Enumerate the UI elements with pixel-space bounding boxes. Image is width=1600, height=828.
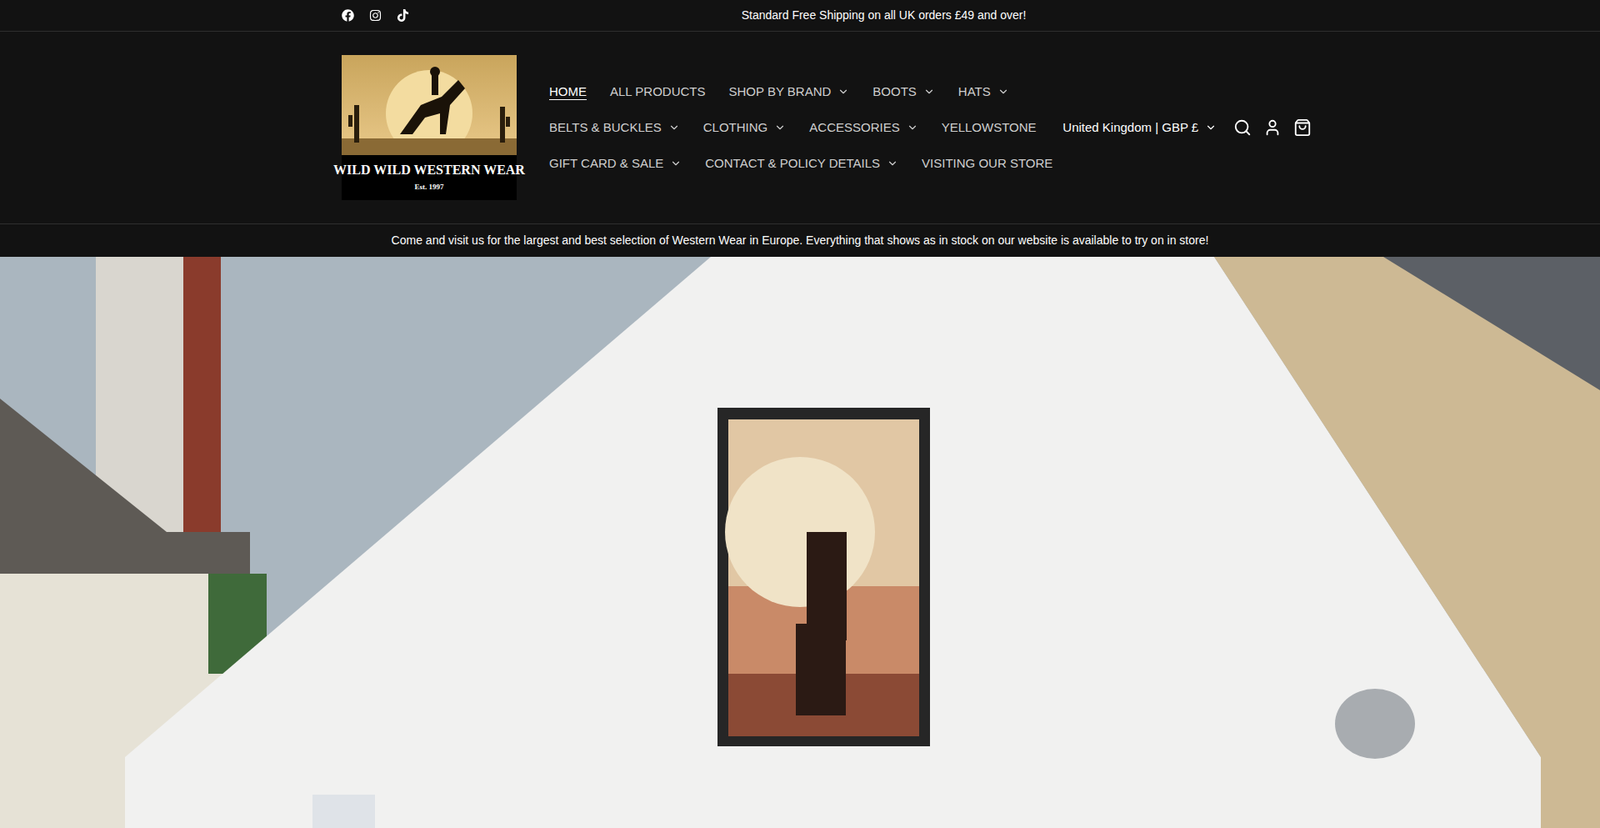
chevron-down-icon xyxy=(837,85,850,98)
nav-item[interactable]: VISITING OUR STORE xyxy=(911,147,1063,180)
chevron-down-icon xyxy=(1205,121,1217,134)
announcement-text: Standard Free Shipping on all UK orders … xyxy=(741,6,1027,25)
nav-item[interactable]: SHOP BY BRAND xyxy=(718,75,860,109)
nav-item[interactable]: CONTACT & POLICY DETAILS xyxy=(695,147,909,180)
logo[interactable]: WILD WILD WESTERN WEAREst. 1997 xyxy=(341,55,517,200)
chevron-down-icon xyxy=(774,121,786,134)
chevron-down-icon xyxy=(886,157,899,170)
search-icon[interactable] xyxy=(1233,118,1252,137)
chevron-down-icon xyxy=(906,121,919,134)
store-banner: Come and visit us for the largest and be… xyxy=(0,224,1600,257)
chevron-down-icon xyxy=(668,121,680,134)
rodeo-rider-icon xyxy=(341,55,517,155)
nav-item[interactable]: BOOTS xyxy=(862,75,945,109)
nav-row: GIFT CARD & SALECONTACT & POLICY DETAILS… xyxy=(539,145,1063,181)
country-selector[interactable]: United Kingdom | GBP £ xyxy=(1062,118,1217,138)
chevron-down-icon xyxy=(670,157,682,170)
chevron-down-icon xyxy=(923,85,935,98)
nav-row: BELTS & BUCKLESCLOTHINGACCESSORIESYELLOW… xyxy=(539,109,1063,145)
facebook-icon[interactable] xyxy=(341,9,355,22)
tiktok-icon[interactable] xyxy=(396,9,410,22)
page: Standard Free Shipping on all UK orders … xyxy=(0,0,1600,828)
logo-established: Est. 1997 xyxy=(414,181,444,194)
main-nav: HOMEALL PRODUCTSSHOP BY BRANDBOOTSHATSBE… xyxy=(539,73,1063,181)
announcement-bar: Standard Free Shipping on all UK orders … xyxy=(0,0,1600,32)
nav-item[interactable]: ACCESSORIES xyxy=(799,111,928,145)
cart-icon[interactable] xyxy=(1293,118,1312,137)
account-icon[interactable] xyxy=(1263,118,1282,137)
hero-image xyxy=(0,256,1600,828)
logo-name: WILD WILD WESTERN WEAR xyxy=(333,161,525,179)
nav-item[interactable]: BELTS & BUCKLES xyxy=(539,111,690,145)
header: WILD WILD WESTERN WEAREst. 1997HOMEALL P… xyxy=(0,31,1600,225)
nav-item[interactable]: GIFT CARD & SALE xyxy=(539,147,692,180)
nav-item[interactable]: HOME xyxy=(539,75,597,109)
nav-item[interactable]: CLOTHING xyxy=(693,111,797,145)
nav-row: HOMEALL PRODUCTSSHOP BY BRANDBOOTSHATS xyxy=(539,73,1063,110)
nav-item[interactable]: YELLOWSTONE xyxy=(931,111,1047,145)
nav-item[interactable]: HATS xyxy=(948,75,1020,109)
nav-item[interactable]: ALL PRODUCTS xyxy=(600,75,715,109)
instagram-icon[interactable] xyxy=(369,9,382,22)
chevron-down-icon xyxy=(997,85,1010,98)
